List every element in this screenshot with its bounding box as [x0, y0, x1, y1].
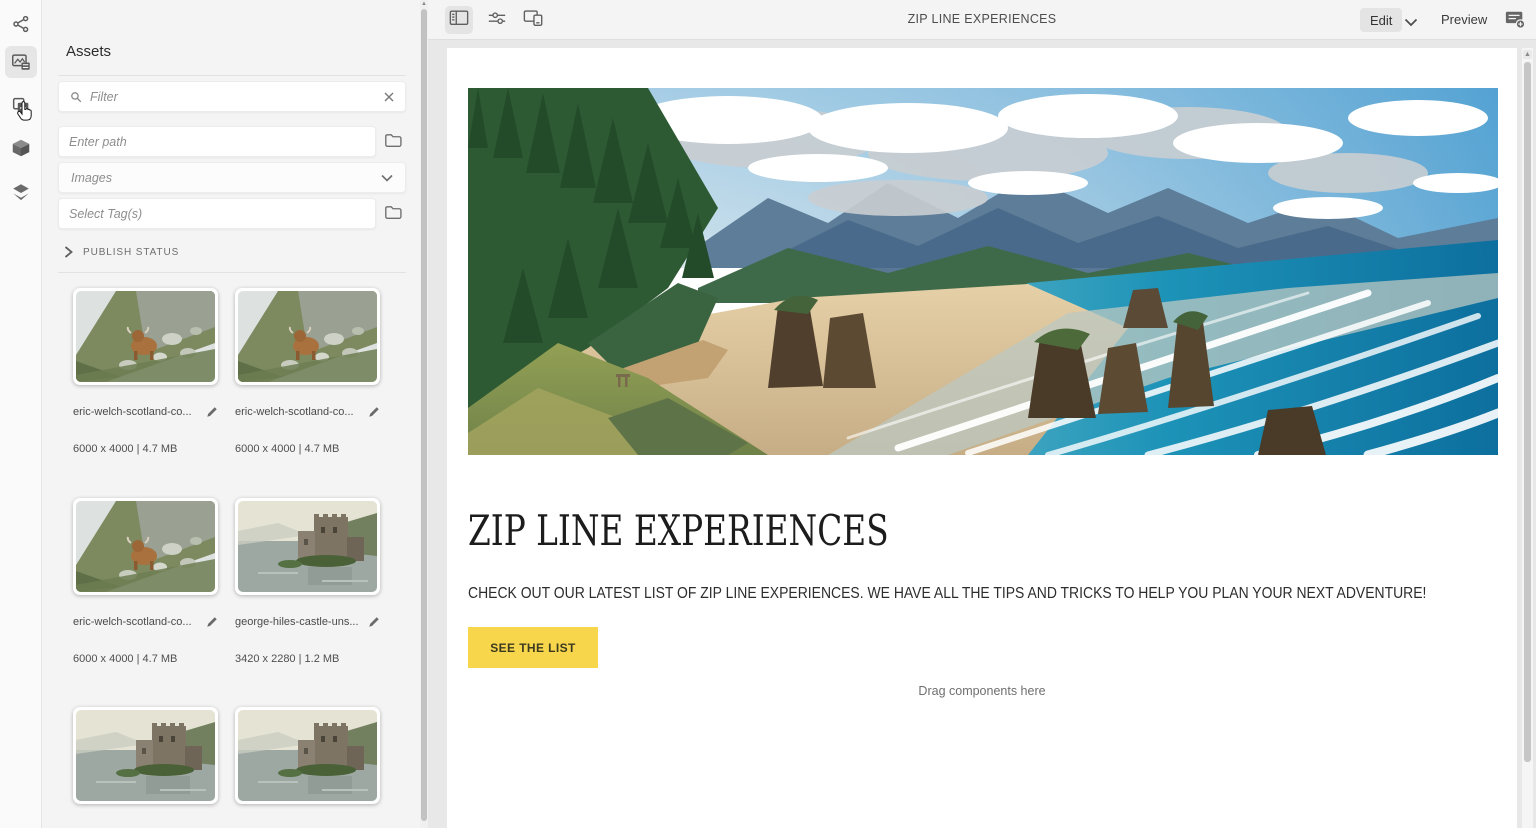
clear-filter-icon[interactable]	[383, 91, 395, 103]
divider	[58, 75, 406, 76]
edit-mode-button[interactable]: Edit	[1360, 8, 1402, 32]
browse-path-button[interactable]	[382, 131, 404, 153]
asset-thumbnail[interactable]	[235, 498, 380, 595]
asset-thumbnail[interactable]	[73, 288, 218, 385]
chevron-down-icon	[381, 174, 393, 182]
edit-pencil-icon[interactable]	[206, 406, 218, 418]
browse-tags-button[interactable]	[382, 203, 404, 225]
edit-pencil-icon[interactable]	[368, 406, 380, 418]
filter-input[interactable]	[90, 90, 383, 104]
main-scrollbar[interactable]: ▲	[1522, 48, 1533, 828]
editor-toolbar: ZIP LINE EXPERIENCES Edit Preview	[428, 0, 1536, 40]
asset-thumbnail[interactable]	[235, 707, 380, 804]
scrollbar-thumb[interactable]	[1524, 62, 1531, 762]
page-canvas[interactable]: ZIP LINE EXPERIENCES CHECK OUT OUR LATES…	[447, 48, 1517, 828]
asset-filename: eric-welch-scotland-co...	[73, 616, 206, 628]
filter-field	[58, 81, 406, 112]
layers-icon	[10, 181, 32, 203]
asset-thumbnail[interactable]	[73, 498, 218, 595]
preview-button[interactable]: Preview	[1441, 12, 1487, 27]
panel-title: Assets	[66, 43, 111, 60]
tags-field	[58, 198, 376, 229]
asset-filename: eric-welch-scotland-co...	[235, 406, 368, 418]
mode-dropdown-chevron[interactable]	[1404, 14, 1418, 32]
page-paragraph[interactable]: CHECK OUT OUR LATEST LIST OF ZIP LINE EX…	[468, 585, 1533, 603]
preview-label: Preview	[1441, 12, 1487, 27]
asset-dimensions: 6000 x 4000 | 4.7 MB	[235, 443, 339, 455]
editor-main: ZIP LINE EXPERIENCES Edit Preview	[428, 0, 1536, 828]
asset-dimensions: 6000 x 4000 | 4.7 MB	[73, 443, 177, 455]
see-the-list-button[interactable]: SEE THE LIST	[468, 627, 598, 668]
annotation-add-icon	[1504, 17, 1526, 34]
edit-pencil-icon[interactable]	[368, 616, 380, 628]
scroll-up-arrow[interactable]: ▲	[1523, 50, 1532, 59]
hero-image[interactable]	[468, 88, 1498, 455]
chevron-right-icon	[64, 246, 73, 258]
layers-button[interactable]	[5, 176, 37, 208]
asset-dimensions: 6000 x 4000 | 4.7 MB	[73, 653, 177, 665]
path-field	[58, 126, 376, 157]
asset-thumbnail[interactable]	[235, 288, 380, 385]
scrollbar-thumb[interactable]	[421, 9, 427, 821]
asset-type-select[interactable]: Images	[58, 162, 406, 193]
assets-panel-button[interactable]	[5, 46, 37, 78]
tags-input[interactable]	[69, 207, 365, 221]
publish-status-toggle[interactable]: PUBLISH STATUS	[64, 246, 179, 258]
mouse-cursor-pointer	[16, 101, 33, 127]
edit-mode-label: Edit	[1370, 13, 1392, 28]
package-icon	[10, 137, 32, 159]
see-the-list-label: SEE THE LIST	[490, 641, 575, 655]
edit-pencil-icon[interactable]	[206, 616, 218, 628]
sidebar-scrollbar[interactable]: ▲	[420, 0, 428, 828]
divider	[58, 272, 406, 273]
asset-filename: eric-welch-scotland-co...	[73, 406, 206, 418]
share-button[interactable]	[5, 8, 37, 40]
package-button[interactable]	[5, 132, 37, 164]
path-input[interactable]	[69, 135, 365, 149]
folder-icon	[384, 204, 402, 225]
asset-type-value: Images	[71, 171, 381, 185]
folder-icon	[384, 132, 402, 153]
drag-components-dropzone[interactable]: Drag components here	[447, 684, 1517, 698]
asset-dimensions: 3420 x 2280 | 1.2 MB	[235, 653, 339, 665]
add-annotation-button[interactable]	[1504, 9, 1526, 35]
assets-icon	[10, 51, 32, 73]
page-heading[interactable]: ZIP LINE EXPERIENCES	[468, 506, 1007, 555]
asset-thumbnail[interactable]	[73, 707, 218, 804]
publish-status-label: PUBLISH STATUS	[83, 247, 179, 258]
search-icon	[69, 90, 83, 104]
page-paragraph-text: CHECK OUT OUR LATEST LIST OF ZIP LINE EX…	[468, 585, 1426, 603]
scroll-up-arrow[interactable]: ▲	[421, 1, 427, 7]
share-icon	[11, 14, 31, 34]
page-heading-text: ZIP LINE EXPERIENCES	[468, 506, 889, 555]
assets-panel: Assets Images	[42, 0, 420, 828]
asset-filename: george-hiles-castle-uns...	[235, 616, 368, 628]
